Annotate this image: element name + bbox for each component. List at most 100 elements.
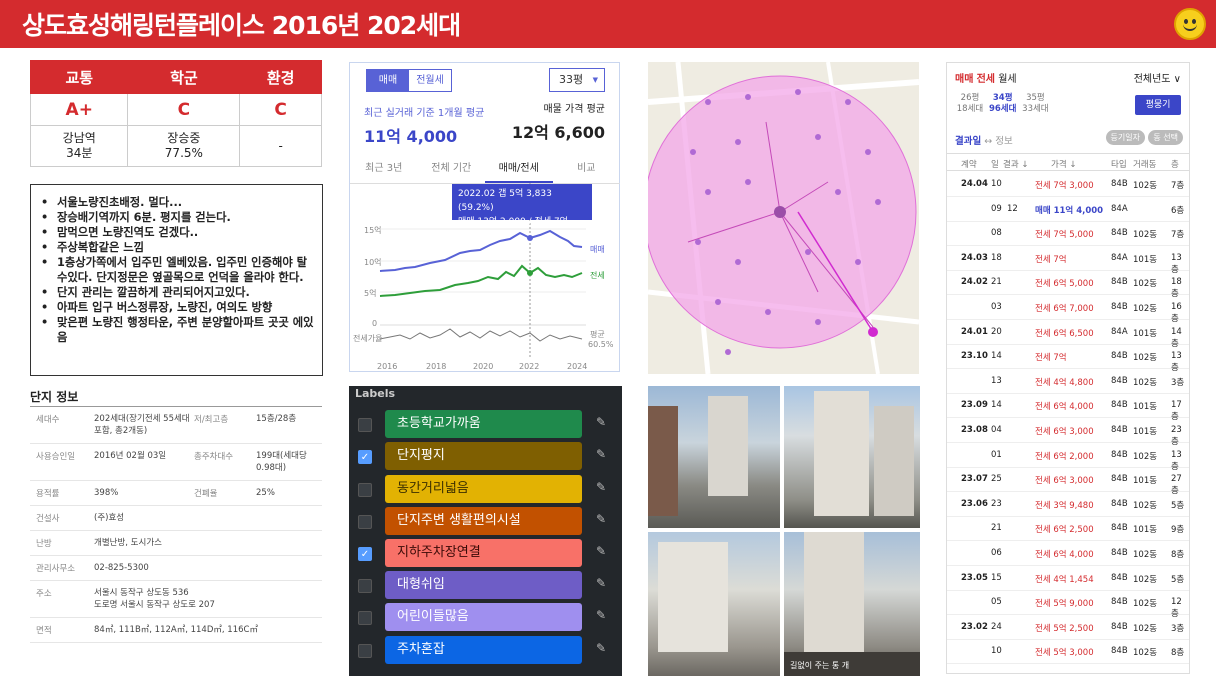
table-row[interactable]: 23.07 25 전세 6억 3,000 84B 101동 27층 bbox=[947, 468, 1189, 496]
table-row[interactable]: 10 전세 5억 3,000 84B 102동 8층 bbox=[947, 640, 1189, 665]
table-row[interactable]: 24.02 21 전세 6억 5,000 84B 102동 18층 bbox=[947, 271, 1189, 299]
cell-p: 전세 7억 bbox=[1035, 353, 1067, 364]
cell-d: 15 bbox=[991, 572, 1002, 583]
x-tick: 2016 bbox=[377, 362, 397, 371]
label-checkbox[interactable] bbox=[358, 644, 372, 658]
table-row[interactable]: 23.02 24 전세 5억 2,500 84B 102동 3층 bbox=[947, 616, 1189, 640]
y-tick: 10억 bbox=[364, 257, 382, 267]
table-row[interactable]: 24.04 10 전세 7억 3,000 84B 102동 7층 bbox=[947, 173, 1189, 197]
edit-pencil-icon[interactable]: ✎ bbox=[596, 608, 606, 622]
x-tick: 2020 bbox=[473, 362, 493, 371]
table-row[interactable]: 13 전세 4억 4,800 84B 102동 3층 bbox=[947, 370, 1189, 394]
label-checkbox[interactable]: ✓ bbox=[358, 450, 372, 464]
photo-grid: 길없이 주는 통 개 bbox=[648, 386, 920, 676]
cell-p: 전세 6억 3,000 bbox=[1035, 427, 1094, 437]
table-row[interactable]: 23.08 04 전세 6억 3,000 84B 101동 23층 bbox=[947, 419, 1189, 447]
cell-dg: 101동 bbox=[1133, 402, 1158, 413]
cell-t: 84B bbox=[1111, 498, 1128, 509]
photo-building[interactable] bbox=[648, 532, 780, 676]
label-checkbox[interactable] bbox=[358, 515, 372, 529]
table-row[interactable]: 03 전세 6억 7,000 84B 102동 16층 bbox=[947, 296, 1189, 324]
table-row[interactable]: 24.03 18 전세 7억 84A 101동 13층 bbox=[947, 247, 1189, 275]
label-row[interactable]: 초등학교가까움 ✎ bbox=[349, 409, 622, 439]
detail-environment: - bbox=[239, 125, 322, 167]
label-checkbox[interactable] bbox=[358, 611, 372, 625]
edit-pencil-icon[interactable]: ✎ bbox=[596, 447, 606, 461]
info-row: 주소 서울시 동작구 상도동 536 도로명 서울시 동작구 상도로 207 bbox=[30, 581, 322, 618]
filter-chip[interactable]: 동 선택 bbox=[1148, 130, 1183, 145]
table-row[interactable]: 23.06 23 전세 3억 9,480 84B 102동 5층 bbox=[947, 493, 1189, 517]
label-checkbox[interactable] bbox=[358, 418, 372, 432]
pyeong-option[interactable]: 35평 33세대 bbox=[1020, 93, 1050, 115]
photo-building[interactable]: 길없이 주는 통 개 bbox=[784, 532, 920, 676]
info-row: 난방 개별난방, 도시가스 bbox=[30, 531, 322, 556]
label-checkbox[interactable] bbox=[358, 483, 372, 497]
table-row[interactable]: 01 전세 6억 2,000 84B 102동 13층 bbox=[947, 444, 1189, 472]
table-row[interactable]: 06 전세 6억 4,000 84B 102동 8층 bbox=[947, 542, 1189, 566]
photo-building[interactable] bbox=[648, 386, 780, 528]
label-chip[interactable]: 동간거리넓음 bbox=[385, 475, 582, 503]
label-row[interactable]: 어린이들많음 ✎ bbox=[349, 602, 622, 632]
labels-panel: Labels 초등학교가까움 ✎ ✓ 단지평지 ✎ 동간거리넓음 ✎ 단지주변 … bbox=[349, 386, 622, 676]
label-row[interactable]: 대형쉬임 ✎ bbox=[349, 570, 622, 600]
label-row[interactable]: 단지주변 생활편의시설 ✎ bbox=[349, 506, 622, 536]
year-select[interactable]: 전체년도 ∨ bbox=[1134, 70, 1181, 85]
table-row[interactable]: 23.09 14 전세 6억 4,000 84B 101동 17층 bbox=[947, 394, 1189, 422]
cell-p: 전세 5억 3,000 bbox=[1035, 648, 1094, 659]
location-map[interactable] bbox=[648, 62, 919, 374]
filter-chip[interactable]: 등기일자 bbox=[1105, 130, 1145, 145]
label-row[interactable]: ✓ 단지평지 ✎ bbox=[349, 441, 622, 471]
cell-p: 전세 4억 1,454 bbox=[1035, 574, 1094, 585]
edit-pencil-icon[interactable]: ✎ bbox=[596, 415, 606, 429]
table-row[interactable]: 09 12 매매 11억 4,000 84A 6층 bbox=[947, 198, 1189, 222]
ratio-label: 전세가율 bbox=[353, 333, 382, 343]
cell-t: 84B bbox=[1111, 621, 1128, 632]
label-checkbox[interactable] bbox=[358, 579, 372, 593]
cell-p: 전세 6억 2,000 bbox=[1035, 451, 1094, 462]
edit-pencil-icon[interactable]: ✎ bbox=[596, 544, 606, 558]
edit-pencil-icon[interactable]: ✎ bbox=[596, 641, 606, 655]
label-row[interactable]: ✓ 지하주차장연결 ✎ bbox=[349, 538, 622, 568]
cell-p: 전세 6억 3,000 bbox=[1035, 476, 1094, 487]
pyeong-group-button[interactable]: 평뭉기 bbox=[1135, 95, 1181, 115]
label-chip[interactable]: 어린이들많음 bbox=[385, 603, 582, 631]
cell-p: 전세 7억 3,000 bbox=[1035, 181, 1094, 191]
label-chip[interactable]: 주차혼잡 bbox=[385, 636, 582, 664]
cell-p: 전세 7억 5,000 bbox=[1035, 230, 1094, 241]
tab-monthly[interactable]: 월세 bbox=[998, 74, 1016, 85]
photo-building[interactable] bbox=[784, 386, 920, 528]
label-row[interactable]: 주차혼잡 ✎ bbox=[349, 635, 622, 665]
table-row[interactable]: 21 전세 6억 2,500 84B 101동 9층 bbox=[947, 517, 1189, 542]
cell-dg: 102동 bbox=[1133, 279, 1158, 290]
edit-pencil-icon[interactable]: ✎ bbox=[596, 512, 606, 526]
cell-dg: 102동 bbox=[1133, 181, 1158, 191]
cell-f: 3층 bbox=[1171, 623, 1185, 634]
table-row[interactable]: 23.10 14 전세 7억 84B 102동 13층 bbox=[947, 345, 1189, 373]
label-checkbox[interactable]: ✓ bbox=[358, 547, 372, 561]
score-header-environment: 환경 bbox=[239, 60, 322, 94]
label-chip[interactable]: 단지평지 bbox=[385, 442, 582, 470]
pyeong-option[interactable]: 26평 18세대 bbox=[955, 93, 985, 115]
cell-f: 6층 bbox=[1171, 205, 1185, 216]
cell-d: 24 bbox=[991, 621, 1002, 632]
label-chip[interactable]: 대형쉬임 bbox=[385, 571, 582, 599]
cell-p: 전세 5억 9,000 bbox=[1035, 599, 1094, 610]
pyeong-option[interactable]: 34평 96세대 bbox=[988, 93, 1018, 115]
edit-pencil-icon[interactable]: ✎ bbox=[596, 576, 606, 590]
label-row[interactable]: 동간거리넓음 ✎ bbox=[349, 474, 622, 504]
table-row[interactable]: 23.05 15 전세 4억 1,454 84B 102동 5층 bbox=[947, 567, 1189, 591]
label-chip[interactable]: 지하주차장연결 bbox=[385, 539, 582, 567]
table-row[interactable]: 24.01 20 전세 6억 6,500 84A 101동 14층 bbox=[947, 321, 1189, 349]
tab-sale[interactable]: 매매 bbox=[955, 74, 973, 85]
cell-d: 01 bbox=[991, 449, 1002, 460]
label-chip[interactable]: 단지주변 생활편의시설 bbox=[385, 507, 582, 535]
edit-pencil-icon[interactable]: ✎ bbox=[596, 480, 606, 494]
cell-p: 전세 3억 9,480 bbox=[1035, 500, 1094, 511]
tab-rent[interactable]: 전세 bbox=[977, 74, 995, 85]
cell-f: 9층 bbox=[1171, 525, 1185, 536]
cell-dg: 102동 bbox=[1133, 500, 1158, 511]
table-row[interactable]: 05 전세 5억 9,000 84B 102동 12층 bbox=[947, 591, 1189, 619]
table-row[interactable]: 08 전세 7억 5,000 84B 102동 7층 bbox=[947, 222, 1189, 247]
label-chip[interactable]: 초등학교가까움 bbox=[385, 410, 582, 438]
photo-sign-text: 길없이 주는 통 개 bbox=[790, 661, 850, 670]
